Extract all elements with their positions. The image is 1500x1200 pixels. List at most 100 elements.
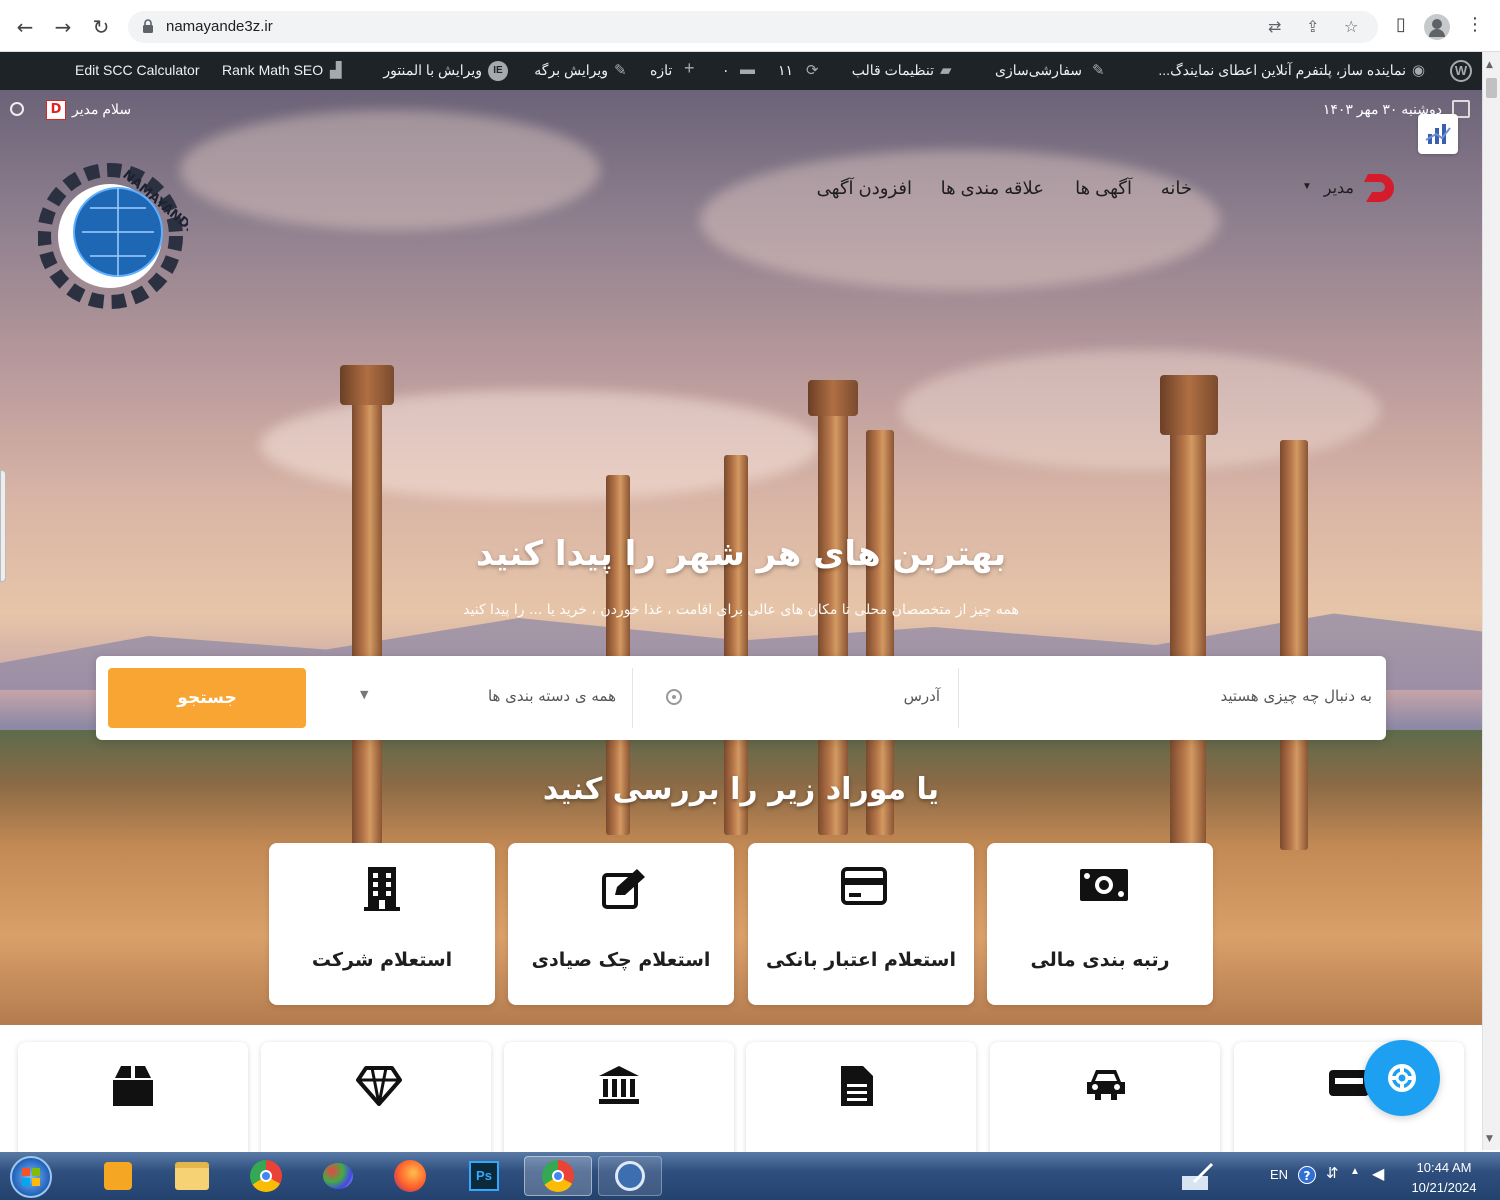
scc-calculator-link[interactable]: Edit SCC Calculator [75, 62, 200, 78]
paint-icon[interactable] [308, 1156, 368, 1196]
site-logo[interactable]: NAMAYANDE3Z [37, 152, 213, 320]
browser-menu-icon[interactable]: ⋮ [1462, 14, 1488, 35]
site-brand-icon[interactable] [1360, 170, 1398, 206]
card-label: استعلام اعتبار بانکی [765, 949, 956, 971]
pillar-capital-decor [808, 380, 858, 416]
app-icon[interactable] [598, 1156, 662, 1196]
locate-icon[interactable] [666, 689, 682, 705]
clock-date[interactable]: 10/21/2024 [1404, 1180, 1484, 1195]
stats-widget-icon[interactable] [1418, 114, 1458, 154]
lock-icon [143, 19, 153, 33]
wordpress-logo-icon[interactable]: W [1450, 60, 1472, 82]
divider [632, 668, 633, 728]
volume-muted-icon[interactable]: ◀ [1372, 1164, 1384, 1184]
document-icon [841, 1066, 873, 1106]
hero-section: دوشنبه ۳۰ مهر ۱۴۰۳ D سلام مدیر NAMAYANDE… [0, 90, 1482, 1025]
hero-subtitle: همه چیز از متخصصان محلی تا مکان های عالی… [463, 602, 1019, 618]
nav-ads[interactable]: آگهی ها [1062, 178, 1132, 199]
customize-link[interactable]: سفارشی‌سازی [978, 62, 1082, 79]
bookmark-star-icon[interactable]: ☆ [1344, 17, 1358, 36]
scroll-down-icon[interactable]: ▼ [1486, 1134, 1493, 1144]
support-fab-button[interactable] [1364, 1040, 1440, 1116]
keyword-input[interactable]: به دنبال چه چیزی هستید [972, 687, 1373, 705]
car-icon [1087, 1070, 1125, 1100]
scroll-up-icon[interactable]: ▲ [1486, 60, 1493, 70]
comments-icon: ▬ [740, 61, 755, 78]
browser-toolbar: ← → ↻ namayande3z.ir ⇄ ⇪ ☆ ▯ ⋮ [0, 0, 1500, 52]
elementor-icon: IE [488, 61, 508, 81]
reload-icon[interactable]: ↻ [88, 14, 114, 40]
chrome-icon[interactable] [236, 1156, 296, 1196]
media-player-icon[interactable] [88, 1156, 148, 1196]
theme-settings-link[interactable]: تنظیمات قالب [842, 62, 934, 79]
scrollbar-thumb[interactable] [1486, 78, 1497, 98]
pen-tablet-icon[interactable] [1180, 1162, 1216, 1192]
rank-math-link[interactable]: Rank Math SEO [222, 62, 323, 78]
search-icon[interactable] [10, 102, 24, 116]
updates-icon: ⟳ [806, 62, 819, 79]
side-panel-icon[interactable]: ▯ [1388, 14, 1414, 35]
greeting-text[interactable]: سلام مدیر [72, 101, 131, 118]
building-icon [364, 867, 400, 911]
photoshop-icon[interactable]: Ps [454, 1156, 514, 1196]
edit-icon [602, 869, 645, 909]
help-icon[interactable]: ? [1298, 1166, 1316, 1184]
service-card[interactable] [18, 1042, 248, 1162]
service-card[interactable] [261, 1042, 491, 1162]
service-card-sayad-check[interactable]: استعلام چک صیادی [508, 843, 734, 1005]
card-label: استعلام چک صیادی [531, 949, 711, 971]
firefox-icon[interactable] [380, 1156, 440, 1196]
edit-page-link[interactable]: ویرایش برگه [526, 62, 608, 79]
service-card[interactable] [504, 1042, 734, 1162]
section-title: یا موراد زیر را بررسی کنید [542, 772, 940, 807]
service-card[interactable] [990, 1042, 1220, 1162]
start-button[interactable] [10, 1156, 52, 1198]
pillar-capital-decor [1160, 375, 1218, 435]
category-select[interactable]: همه ی دسته بندی ها [396, 687, 616, 705]
plus-icon: + [684, 58, 695, 78]
language-indicator[interactable]: EN [1270, 1167, 1288, 1182]
service-card[interactable] [746, 1042, 976, 1162]
comments-count[interactable]: ۰ [722, 62, 730, 79]
network-icon[interactable]: ⇵ [1326, 1164, 1339, 1182]
side-tab[interactable] [0, 470, 6, 582]
pencil-icon: ✎ [614, 62, 627, 79]
wallet-icon [1329, 1070, 1369, 1096]
address-bar[interactable]: namayande3z.ir ⇄ ⇪ ☆ [128, 11, 1378, 43]
edit-elementor-link[interactable]: ویرایش با المنتور [376, 62, 482, 79]
dropdown-arrow-icon: ▼ [360, 688, 369, 701]
search-button[interactable]: جستجو [108, 668, 306, 728]
url-text: namayande3z.ir [166, 18, 273, 35]
hero-title: بهترین های هر شهر را پیدا کنید [475, 534, 1007, 574]
share-icon[interactable]: ⇪ [1306, 17, 1319, 36]
page-scrollbar[interactable]: ▲ ▼ [1482, 52, 1500, 1150]
profile-avatar-icon[interactable] [1424, 14, 1450, 40]
nav-add-ad[interactable]: افزودن آگهی [812, 178, 912, 199]
updates-count[interactable]: ۱۱ [778, 62, 793, 79]
nav-favorites[interactable]: علاقه مندی ها [932, 178, 1044, 199]
card-label: استعلام شرکت [311, 949, 453, 971]
lifebuoy-icon [1388, 1064, 1416, 1092]
new-link[interactable]: تازه [650, 62, 672, 79]
chevron-down-icon: ▼ [1302, 181, 1312, 192]
divider [958, 668, 959, 728]
cloud-decor [180, 110, 600, 230]
dashboard-icon: ◉ [1412, 62, 1426, 79]
chrome-active-icon[interactable] [524, 1156, 592, 1196]
clock-time[interactable]: 10:44 AM [1404, 1160, 1484, 1175]
rank-math-icon: ▟ [330, 62, 342, 79]
nav-home[interactable]: خانه [1152, 178, 1192, 199]
forward-icon[interactable]: → [50, 14, 76, 40]
site-name-link[interactable]: نماینده ساز، پلتفرم آنلاین اعطای نمایندگ… [1128, 62, 1406, 79]
credit-card-icon [841, 867, 887, 905]
file-explorer-icon[interactable] [162, 1156, 222, 1196]
money-icon [1080, 869, 1128, 901]
address-input[interactable]: آدرس [736, 687, 940, 705]
translate-icon[interactable]: ⇄ [1268, 17, 1281, 36]
card-label: رتبه بندی مالی [1030, 949, 1170, 971]
service-card-financial-rating[interactable]: رتبه بندی مالی [987, 843, 1213, 1005]
service-card-bank-credit[interactable]: استعلام اعتبار بانکی [748, 843, 974, 1005]
service-card-company[interactable]: استعلام شرکت [269, 843, 495, 1005]
show-hidden-icons-icon[interactable]: ▲ [1350, 1166, 1360, 1177]
back-icon[interactable]: ← [12, 14, 38, 40]
